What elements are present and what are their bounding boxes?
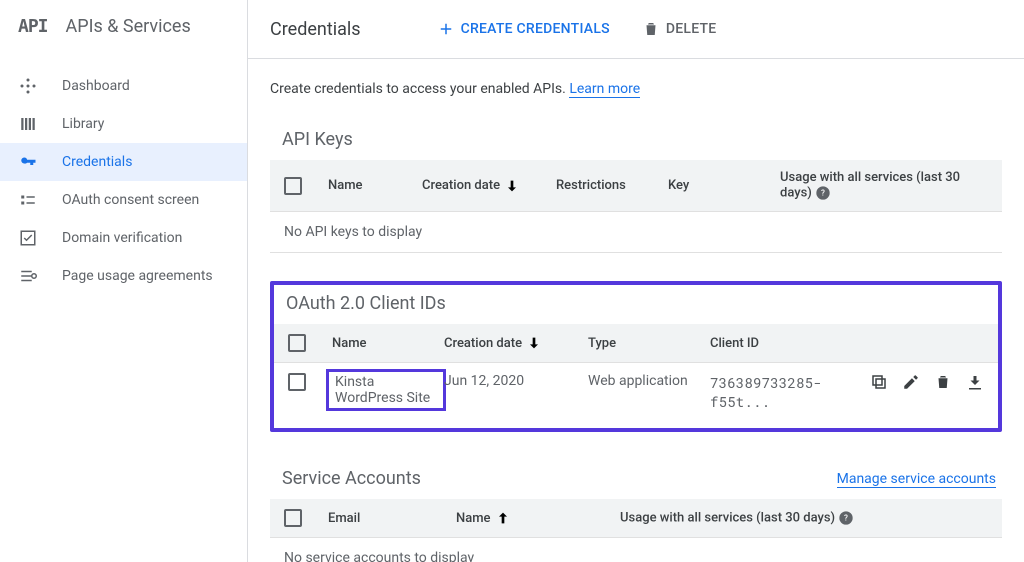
oauth-header-row: Name Creation date Type Client ID <box>274 324 998 363</box>
arrow-up-icon <box>495 510 511 526</box>
sidebar-item-credentials[interactable]: Credentials <box>0 143 247 181</box>
check-icon <box>18 229 38 247</box>
sidebar-item-oauth-consent[interactable]: OAuth consent screen <box>0 181 247 219</box>
dashboard-icon <box>18 77 38 95</box>
column-name[interactable]: Name <box>456 510 616 526</box>
sidebar-item-label: Credentials <box>62 154 132 170</box>
sidebar-item-page-usage[interactable]: Page usage agreements <box>0 257 247 295</box>
delete-button[interactable]: DELETE <box>638 16 721 42</box>
create-credentials-button[interactable]: CREATE CREDENTIALS <box>433 16 614 42</box>
column-restrictions[interactable]: Restrictions <box>556 178 664 193</box>
manage-service-accounts-link[interactable]: Manage service accounts <box>837 471 996 488</box>
page-title: Credentials <box>270 19 361 40</box>
sidebar-item-label: Page usage agreements <box>62 268 213 284</box>
select-all-checkbox[interactable] <box>284 509 302 527</box>
sidebar-item-domain-verification[interactable]: Domain verification <box>0 219 247 257</box>
topbar: Credentials CREATE CREDENTIALS DELETE <box>248 0 1024 59</box>
column-client-id[interactable]: Client ID <box>710 336 860 351</box>
oauth-row-client-id: 736389733285-f55t... <box>710 373 860 411</box>
select-all-checkbox[interactable] <box>288 334 306 352</box>
oauth-row-type: Web application <box>588 373 706 389</box>
sidebar-item-library[interactable]: Library <box>0 105 247 143</box>
sidebar-item-label: OAuth consent screen <box>62 192 199 208</box>
sidebar-item-label: Dashboard <box>62 78 130 94</box>
settings-icon <box>18 267 38 285</box>
oauth-row-creation: Jun 12, 2020 <box>444 373 584 389</box>
svg-text:?: ? <box>821 189 825 198</box>
sidebar-title: APIs & Services <box>66 16 191 37</box>
delete-icon[interactable] <box>934 373 952 391</box>
oauth-row-name[interactable]: Kinsta WordPress Site <box>326 369 446 411</box>
sidebar-item-dashboard[interactable]: Dashboard <box>0 67 247 105</box>
trash-icon <box>642 20 660 38</box>
column-email[interactable]: Email <box>328 511 452 526</box>
api-keys-empty: No API keys to display <box>270 212 1002 253</box>
oauth-clients-title: OAuth 2.0 Client IDs <box>274 285 998 324</box>
sidebar-header: API APIs & Services <box>0 4 247 49</box>
copy-icon[interactable] <box>870 373 888 391</box>
intro-text: Create credentials to access your enable… <box>270 81 1002 97</box>
api-keys-header-row: Name Creation date Restrictions Key Usag… <box>270 160 1002 212</box>
svg-text:?: ? <box>844 514 848 523</box>
column-name[interactable]: Name <box>332 336 440 351</box>
column-creation-date[interactable]: Creation date <box>444 335 584 351</box>
delete-label: DELETE <box>666 21 717 37</box>
consent-icon <box>18 191 38 209</box>
learn-more-link[interactable]: Learn more <box>569 81 640 98</box>
arrow-down-icon <box>526 335 542 351</box>
service-accounts-title: Service Accounts <box>270 460 421 499</box>
plus-icon <box>437 20 455 38</box>
create-credentials-label: CREATE CREDENTIALS <box>461 21 610 37</box>
sidebar-item-label: Library <box>62 116 104 132</box>
api-logo: API <box>18 16 48 37</box>
key-icon <box>18 153 38 171</box>
service-accounts-empty: No service accounts to display <box>270 538 1002 562</box>
api-keys-section: API Keys Name Creation date Restrictions… <box>270 121 1002 253</box>
help-icon[interactable]: ? <box>838 510 854 526</box>
select-all-checkbox[interactable] <box>284 177 302 195</box>
service-accounts-section: Service Accounts Manage service accounts… <box>270 460 1002 562</box>
column-creation-date[interactable]: Creation date <box>422 178 552 194</box>
oauth-clients-section: OAuth 2.0 Client IDs Name Creation date … <box>270 281 1002 432</box>
row-checkbox[interactable] <box>288 373 306 391</box>
oauth-row[interactable]: Kinsta WordPress Site Jun 12, 2020 Web a… <box>274 363 998 422</box>
column-name[interactable]: Name <box>328 178 418 193</box>
service-accounts-header-row: Email Name Usage with all services (last… <box>270 499 1002 538</box>
api-keys-title: API Keys <box>270 121 1002 160</box>
column-type[interactable]: Type <box>588 336 706 351</box>
library-icon <box>18 115 38 133</box>
edit-icon[interactable] <box>902 373 920 391</box>
download-icon[interactable] <box>966 373 984 391</box>
column-key[interactable]: Key <box>668 178 776 193</box>
arrow-down-icon <box>504 178 520 194</box>
help-icon[interactable]: ? <box>815 185 831 201</box>
column-usage[interactable]: Usage with all services (last 30 days) ? <box>620 510 988 526</box>
sidebar-item-label: Domain verification <box>62 230 182 246</box>
column-usage[interactable]: Usage with all services (last 30 days) ? <box>780 170 988 201</box>
